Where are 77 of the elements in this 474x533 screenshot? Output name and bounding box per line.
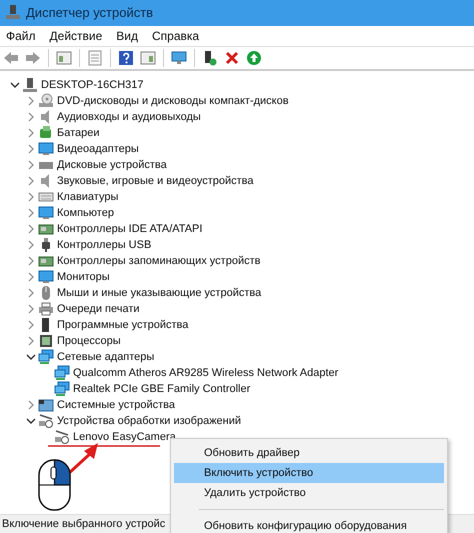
network-icon (38, 349, 54, 365)
expand-chevron-icon[interactable] (26, 256, 36, 266)
chip-icon (38, 333, 54, 349)
camera-icon (54, 429, 70, 445)
monitor-icon[interactable] (170, 50, 188, 66)
expand-chevron-icon[interactable] (26, 224, 36, 234)
expand-chevron-icon[interactable] (26, 160, 36, 170)
tree-item[interactable]: Lenovo EasyCamera (73, 429, 176, 445)
expand-chevron-icon[interactable] (26, 176, 36, 186)
collapse-chevron-icon[interactable] (26, 416, 36, 426)
monitor-icon (38, 141, 54, 157)
tree-item[interactable]: Контроллеры USB (57, 237, 152, 253)
monitor-icon (38, 205, 54, 221)
tree-item[interactable]: Клавиатуры (57, 189, 118, 205)
tree-item[interactable]: Очереди печати (57, 301, 140, 317)
back-arrow-icon[interactable] (2, 50, 20, 66)
tree-item[interactable]: Программные устройства (57, 317, 188, 333)
tree-item[interactable]: Контроллеры запоминающих устройств (57, 253, 260, 269)
tree-item[interactable]: Realtek PCIe GBE Family Controller (73, 381, 250, 397)
window-title: Диспетчер устройств (26, 4, 154, 22)
expand-chevron-icon[interactable] (26, 240, 36, 250)
disc-icon (38, 93, 54, 109)
expand-chevron-icon[interactable] (26, 192, 36, 202)
expand-chevron-icon[interactable] (26, 304, 36, 314)
expand-chevron-icon[interactable] (26, 128, 36, 138)
expand-chevron-icon[interactable] (26, 96, 36, 106)
tree-item[interactable]: Батареи (57, 125, 100, 141)
mouse-drawing (38, 459, 71, 511)
network-icon (54, 381, 70, 397)
forward-arrow-icon[interactable] (24, 50, 42, 66)
tree-item[interactable]: Устройства обработки изображений (57, 413, 242, 429)
tree-item[interactable]: Аудиовходы и аудиовыходы (57, 109, 201, 125)
computer-tower-icon (22, 77, 38, 93)
menu-item[interactable]: Вид (116, 27, 138, 45)
battery-icon (38, 125, 54, 141)
network-icon (54, 365, 70, 381)
enable-icon[interactable] (245, 50, 263, 66)
monitor-icon (38, 269, 54, 285)
tree-item[interactable]: Видеоадаптеры (57, 141, 139, 157)
properties-icon[interactable] (86, 50, 104, 66)
menu-item[interactable]: Включить устройство (174, 463, 444, 483)
expand-chevron-icon[interactable] (26, 288, 36, 298)
panel-icon[interactable] (55, 50, 73, 66)
tree-item[interactable]: DESKTOP-16CH317 (41, 77, 144, 93)
help-icon[interactable] (117, 50, 135, 66)
collapse-chevron-icon[interactable] (26, 352, 36, 362)
menu-item[interactable]: Обновить драйвер (174, 443, 444, 463)
camera-icon (38, 413, 54, 429)
menu-item[interactable]: Действие (50, 27, 102, 45)
menu-item[interactable]: Удалить устройство (174, 483, 444, 503)
folder-icon (38, 397, 54, 413)
tree-item[interactable]: Мыши и иные указывающие устройства (57, 285, 262, 301)
expand-chevron-icon[interactable] (26, 112, 36, 122)
expand-chevron-icon[interactable] (26, 400, 36, 410)
tree-item[interactable]: Контроллеры IDE ATA/ATAPI (57, 221, 202, 237)
app-icon (6, 5, 20, 21)
tree-item[interactable]: Системные устройства (57, 397, 176, 413)
tree-item[interactable]: Дисковые устройства (57, 157, 167, 173)
expand-chevron-icon[interactable] (26, 272, 36, 282)
tree-item[interactable]: Компьютер (57, 205, 114, 221)
menu-item[interactable]: Обновить конфигурацию оборудования (174, 516, 444, 533)
panel-icon[interactable] (139, 50, 157, 66)
expand-chevron-icon[interactable] (26, 144, 36, 154)
collapse-chevron-icon[interactable] (10, 80, 20, 90)
tree-item[interactable]: Звуковые, игровые и видеоустройства (57, 173, 254, 189)
expand-chevron-icon[interactable] (26, 320, 36, 330)
printer-icon (38, 301, 54, 317)
menu-item[interactable]: Справка (152, 27, 200, 45)
tree-item[interactable]: DVD-дисководы и дисководы компакт-дисков (57, 93, 289, 109)
tree-item[interactable]: Мониторы (57, 269, 110, 285)
close-icon[interactable] (223, 50, 241, 66)
tree-item[interactable]: Процессоры (57, 333, 121, 349)
expand-chevron-icon[interactable] (26, 208, 36, 218)
expand-chevron-icon[interactable] (26, 336, 36, 346)
tree-item[interactable]: Qualcomm Atheros AR9285 Wireless Network Adapter (73, 365, 338, 381)
menu-item[interactable]: Файл (6, 27, 36, 45)
tree-item[interactable]: Сетевые адаптеры (57, 349, 154, 365)
